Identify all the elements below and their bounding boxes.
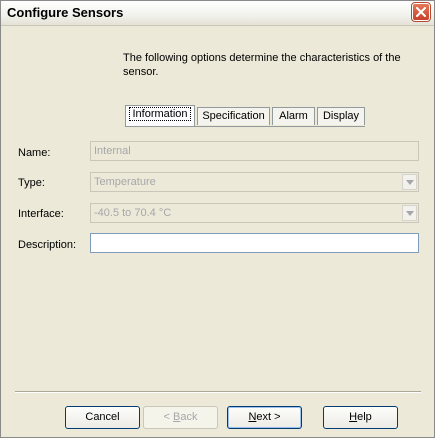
cancel-button-label: Cancel: [85, 411, 120, 423]
back-button-suffix: ack: [180, 411, 198, 423]
interface-select[interactable]: -40.5 to 70.4 °C: [90, 203, 419, 223]
close-button[interactable]: [411, 2, 431, 22]
type-select[interactable]: Temperature: [90, 172, 419, 192]
back-button[interactable]: < Back: [143, 406, 218, 429]
tab-specification[interactable]: Specification: [197, 107, 270, 125]
title-bar: Configure Sensors: [1, 1, 434, 26]
type-label: Type:: [18, 177, 45, 189]
tab-specification-label: Specification: [202, 110, 265, 122]
next-button[interactable]: Next >: [227, 406, 302, 429]
tab-divider: [125, 126, 365, 127]
tab-alarm[interactable]: Alarm: [272, 107, 315, 125]
window-title: Configure Sensors: [7, 5, 124, 20]
interface-value: -40.5 to 70.4 °C: [94, 207, 172, 219]
intro-text: The following options determine the char…: [123, 52, 401, 78]
description-label: Description:: [18, 239, 77, 251]
interface-dropdown-button[interactable]: [402, 205, 417, 221]
next-button-suffix: ext >: [256, 411, 281, 423]
help-button-suffix: elp: [357, 411, 372, 423]
tab-information[interactable]: Information: [125, 105, 195, 126]
chevron-down-icon: [406, 211, 414, 216]
tab-information-label: Information: [129, 107, 191, 121]
type-value: Temperature: [94, 176, 156, 188]
footer-separator: [15, 391, 421, 393]
configure-sensors-dialog: Configure Sensors The following options …: [0, 0, 435, 438]
interface-label: Interface:: [18, 208, 64, 220]
cancel-button[interactable]: Cancel: [65, 406, 140, 429]
tab-display[interactable]: Display: [317, 107, 365, 125]
chevron-down-icon: [406, 180, 414, 185]
back-button-prefix: <: [163, 411, 173, 423]
name-field[interactable]: Internal: [90, 141, 419, 161]
name-label: Name:: [18, 147, 51, 159]
description-input[interactable]: [90, 233, 419, 253]
tab-alarm-label: Alarm: [279, 110, 308, 122]
help-button[interactable]: Help: [323, 406, 398, 429]
help-button-mnemonic: H: [349, 411, 358, 423]
tab-display-label: Display: [322, 110, 360, 122]
close-icon: [416, 7, 426, 17]
type-dropdown-button[interactable]: [402, 174, 417, 190]
